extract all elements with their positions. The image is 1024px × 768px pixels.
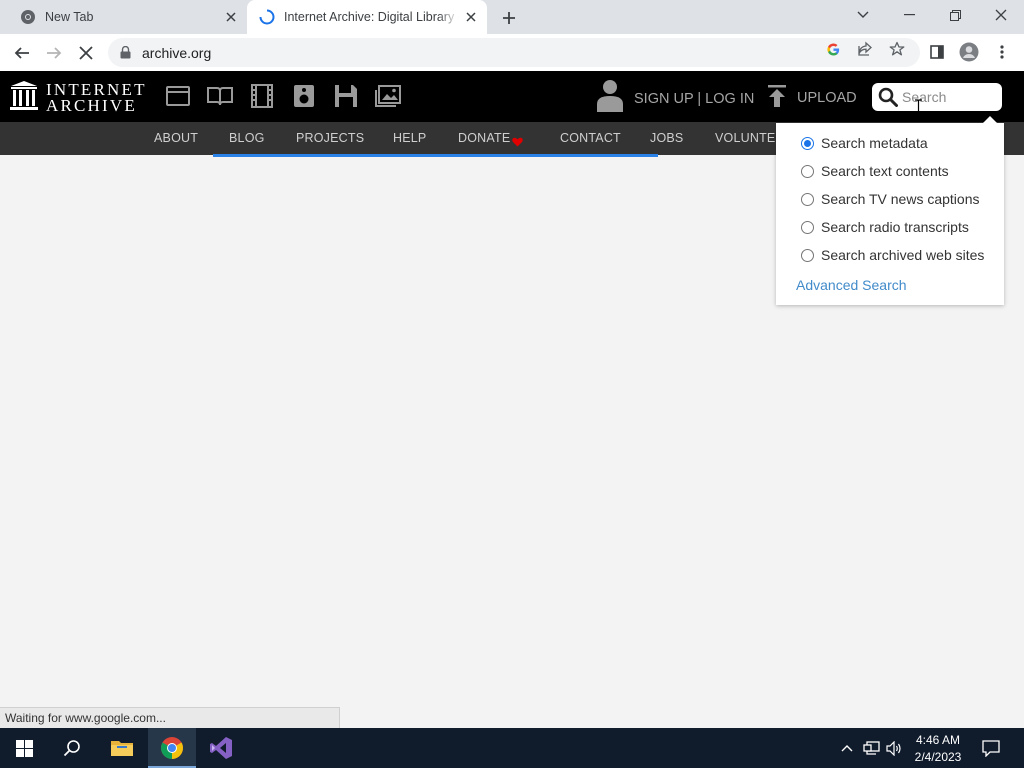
user-icon xyxy=(596,79,624,118)
nav-jobs[interactable]: JOBS xyxy=(650,131,683,145)
option-label: Search text contents xyxy=(821,163,949,179)
back-icon[interactable] xyxy=(9,40,35,66)
upload-label: UPLOAD xyxy=(797,90,857,106)
google-icon[interactable] xyxy=(825,41,841,57)
ia-header: INTERNET ARCHIVE SIGN UP | LOG IN UPLOAD xyxy=(0,71,1024,122)
texts-icon[interactable] xyxy=(207,83,233,109)
sign-up-login-label[interactable]: SIGN UP | LOG IN xyxy=(634,91,754,107)
search-taskbar-icon[interactable] xyxy=(48,728,96,768)
software-icon[interactable] xyxy=(333,83,359,109)
option-label: Search radio transcripts xyxy=(821,219,969,235)
nav-contact[interactable]: CONTACT xyxy=(560,131,621,145)
chrome-taskbar-icon[interactable] xyxy=(148,728,196,768)
ia-logo[interactable]: INTERNET ARCHIVE xyxy=(10,80,147,116)
share-icon[interactable] xyxy=(857,41,873,57)
forward-icon[interactable] xyxy=(41,40,67,66)
tab-title: Internet Archive: Digital Library of Fre… xyxy=(284,10,459,24)
url-text: archive.org xyxy=(142,44,212,61)
chrome-icon xyxy=(20,9,36,25)
page-load-progress-bar xyxy=(213,154,658,157)
option-label: Search metadata xyxy=(821,135,928,151)
search-option-text-contents[interactable]: Search text contents xyxy=(801,163,949,179)
bookmark-star-icon[interactable] xyxy=(889,41,905,57)
tab-search-icon[interactable] xyxy=(840,0,886,30)
nav-about[interactable]: ABOUT xyxy=(154,131,198,145)
new-tab-button[interactable] xyxy=(498,7,520,29)
network-icon[interactable] xyxy=(862,740,880,756)
clock-time: 4:46 AM xyxy=(915,733,961,747)
restore-icon[interactable] xyxy=(932,0,978,30)
minimize-icon[interactable] xyxy=(886,0,932,30)
profile-avatar-icon[interactable] xyxy=(959,42,979,62)
nav-projects[interactable]: PROJECTS xyxy=(296,131,364,145)
upload-icon xyxy=(767,85,787,111)
windows-taskbar: 4:46 AM 2/4/2023 xyxy=(0,728,1024,768)
search-option-archived-web[interactable]: Search archived web sites xyxy=(801,247,984,263)
radio-button-checked[interactable] xyxy=(801,136,814,150)
images-icon[interactable] xyxy=(375,83,401,109)
chrome-menu-icon[interactable] xyxy=(992,42,1012,62)
dropdown-caret xyxy=(983,116,997,123)
nav-blog[interactable]: BLOG xyxy=(229,131,265,145)
audio-icon[interactable] xyxy=(291,83,317,109)
video-icon[interactable] xyxy=(249,83,275,109)
tab-new-tab[interactable]: New Tab xyxy=(0,0,247,34)
side-panel-icon[interactable] xyxy=(927,42,947,62)
search-options-dropdown: Search metadata Search text contents Sea… xyxy=(776,116,1004,305)
archive-building-icon xyxy=(10,80,38,116)
file-explorer-icon[interactable] xyxy=(98,728,146,768)
radio-button[interactable] xyxy=(801,248,814,262)
close-tab-icon[interactable] xyxy=(223,9,239,25)
sign-up-login[interactable]: SIGN UP | LOG IN xyxy=(596,79,754,118)
nav-donate[interactable]: DONATE xyxy=(458,131,510,145)
upload-link[interactable]: UPLOAD xyxy=(767,85,857,111)
text-cursor-icon xyxy=(914,99,923,115)
system-clock[interactable]: 4:46 AM 2/4/2023 xyxy=(906,732,970,766)
status-bubble: Waiting for www.google.com... xyxy=(0,707,340,728)
advanced-search-link[interactable]: Advanced Search xyxy=(796,277,907,293)
visual-studio-icon[interactable] xyxy=(197,728,245,768)
stop-loading-icon[interactable] xyxy=(73,40,99,66)
nav-help[interactable]: HELP xyxy=(393,131,426,145)
search-option-tv-captions[interactable]: Search TV news captions xyxy=(801,191,980,207)
tab-title: New Tab xyxy=(45,10,94,24)
address-bar[interactable]: archive.org xyxy=(108,38,920,67)
clock-date: 2/4/2023 xyxy=(914,750,962,764)
heart-icon xyxy=(512,134,523,152)
web-icon[interactable] xyxy=(165,83,191,109)
radio-button[interactable] xyxy=(801,164,814,178)
option-label: Search TV news captions xyxy=(821,191,980,207)
tab-internet-archive[interactable]: Internet Archive: Digital Library of Fre… xyxy=(247,0,487,34)
search-option-radio-transcripts[interactable]: Search radio transcripts xyxy=(801,219,969,235)
volume-icon[interactable] xyxy=(885,740,903,756)
notifications-icon[interactable] xyxy=(980,738,1002,758)
search-icon[interactable] xyxy=(878,87,898,107)
tab-strip: New Tab Internet Archive: Digital Librar… xyxy=(0,0,1024,34)
close-window-icon[interactable] xyxy=(978,0,1024,30)
radio-button[interactable] xyxy=(801,192,814,206)
browser-toolbar: archive.org xyxy=(0,34,1024,71)
loading-spinner-icon xyxy=(259,9,275,25)
option-label: Search archived web sites xyxy=(821,247,985,263)
close-tab-icon[interactable] xyxy=(463,9,479,25)
logo-text-line2: ARCHIVE xyxy=(46,96,137,115)
radio-button[interactable] xyxy=(801,220,814,234)
lock-icon[interactable] xyxy=(120,46,132,59)
show-hidden-icons-icon[interactable] xyxy=(838,740,856,756)
ia-search-box[interactable] xyxy=(872,83,1002,111)
search-option-metadata[interactable]: Search metadata xyxy=(801,135,928,151)
start-button[interactable] xyxy=(0,728,48,768)
